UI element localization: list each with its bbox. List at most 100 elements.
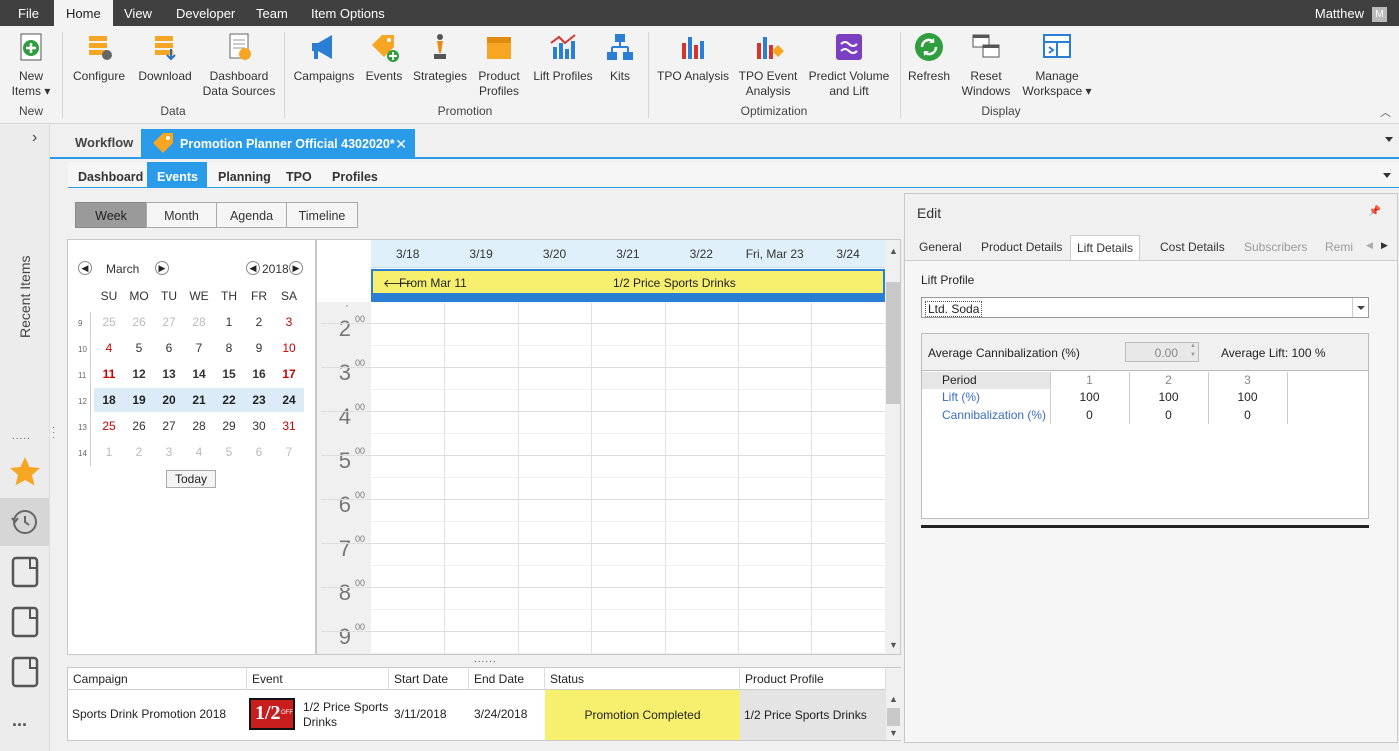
- calendar-day[interactable]: 24: [274, 393, 304, 407]
- col-start-date[interactable]: Start Date: [389, 668, 469, 690]
- collapse-ribbon-icon[interactable]: ︿: [1380, 104, 1391, 120]
- avg-cannibalization-input[interactable]: 0.00 ▲ ▼: [1125, 342, 1199, 362]
- calendar-day[interactable]: 14: [184, 367, 214, 381]
- calendar-day[interactable]: 5: [214, 445, 244, 459]
- calendar-day[interactable]: 20: [154, 393, 184, 407]
- pin-icon[interactable]: 📌: [1369, 206, 1381, 217]
- tab-events[interactable]: Events: [147, 162, 207, 188]
- calendar-day[interactable]: 7: [274, 445, 304, 459]
- day-header[interactable]: 3/20: [518, 240, 591, 268]
- tab-dashboard[interactable]: Dashboard: [68, 162, 153, 188]
- tab-general[interactable]: General: [913, 235, 968, 259]
- tab-product-details[interactable]: Product Details: [975, 235, 1068, 259]
- calendar-day[interactable]: 31: [274, 419, 304, 433]
- calendar-day[interactable]: 25: [94, 419, 124, 433]
- refresh-button[interactable]: Refresh: [906, 29, 952, 84]
- cannibalization-value[interactable]: 0: [1050, 408, 1129, 422]
- calendar-day[interactable]: 8: [214, 341, 244, 355]
- predict-volume-lift-button[interactable]: Predict Volume and Lift: [804, 29, 894, 99]
- spin-up-icon[interactable]: ▲: [1190, 343, 1196, 349]
- tab-profiles[interactable]: Profiles: [322, 162, 388, 188]
- tab-cost-details[interactable]: Cost Details: [1154, 235, 1231, 259]
- calendar-day[interactable]: 17: [274, 367, 304, 381]
- document-icon[interactable]: [10, 555, 42, 592]
- tab-promotion-planner[interactable]: Promotion Planner Official 4302020* ✕: [141, 129, 415, 159]
- strategies-button[interactable]: Strategies: [410, 29, 470, 84]
- timeline-view-button[interactable]: Timeline: [286, 202, 358, 228]
- cannibalization-value[interactable]: 0: [1129, 408, 1208, 422]
- tab-lift-details[interactable]: Lift Details: [1070, 235, 1141, 261]
- menu-developer[interactable]: Developer: [164, 0, 247, 26]
- tpo-event-analysis-button[interactable]: TPO Event Analysis: [736, 29, 800, 99]
- lift-value[interactable]: 100: [1050, 390, 1129, 404]
- calendar-day[interactable]: 21: [184, 393, 214, 407]
- lift-profiles-button[interactable]: Lift Profiles: [530, 29, 596, 84]
- scroll-down-icon[interactable]: ▼: [889, 640, 898, 650]
- recent-items-label[interactable]: Recent Items: [17, 256, 37, 338]
- tab-tpo[interactable]: TPO: [276, 162, 322, 188]
- calendar-day[interactable]: 3: [154, 445, 184, 459]
- grid-scrollbar[interactable]: ▲ ▼: [886, 668, 901, 740]
- lift-value[interactable]: 100: [1129, 390, 1208, 404]
- star-icon[interactable]: [8, 455, 42, 492]
- events-button[interactable]: Events: [362, 29, 406, 84]
- calendar-day[interactable]: 2: [244, 315, 274, 329]
- tabs-right-icon[interactable]: ▶: [1381, 240, 1388, 251]
- calendar-day[interactable]: 28: [184, 315, 214, 329]
- calendar-day[interactable]: 7: [184, 341, 214, 355]
- scroll-thumb[interactable]: [887, 708, 900, 726]
- day-header[interactable]: 3/21: [591, 240, 664, 268]
- vertical-splitter-icon[interactable]: · · ·: [52, 423, 55, 443]
- menu-home[interactable]: Home: [54, 0, 113, 26]
- subtabs-dropdown-icon[interactable]: [1383, 173, 1391, 178]
- campaigns-button[interactable]: Campaigns: [290, 29, 358, 84]
- calendar-day[interactable]: 12: [124, 367, 154, 381]
- today-button[interactable]: Today: [166, 470, 216, 488]
- calendar-day[interactable]: 1: [214, 315, 244, 329]
- day-header[interactable]: 3/18: [371, 240, 444, 268]
- calendar-day[interactable]: 9: [244, 341, 274, 355]
- calendar-day[interactable]: 5: [124, 341, 154, 355]
- calendar-day[interactable]: 27: [154, 315, 184, 329]
- calendar-day[interactable]: 6: [244, 445, 274, 459]
- event-bar[interactable]: 🡐 From Mar 11 1/2 Price Sports Drinks: [371, 269, 885, 295]
- calendar-day[interactable]: 26: [124, 419, 154, 433]
- col-campaign[interactable]: Campaign: [68, 668, 247, 690]
- col-end-date[interactable]: End Date: [469, 668, 545, 690]
- calendar-day[interactable]: 22: [214, 393, 244, 407]
- calendar-day[interactable]: 6: [154, 341, 184, 355]
- calendar-day[interactable]: 13: [154, 367, 184, 381]
- horizontal-splitter-icon[interactable]: ......: [474, 654, 497, 665]
- day-header[interactable]: 3/19: [444, 240, 517, 268]
- menu-file[interactable]: File: [6, 0, 51, 26]
- user-menu[interactable]: Matthew M: [1315, 0, 1387, 26]
- calendar-day[interactable]: 23: [244, 393, 274, 407]
- history-icon[interactable]: [0, 498, 49, 546]
- menu-team[interactable]: Team: [244, 0, 300, 26]
- calendar-day[interactable]: 16: [244, 367, 274, 381]
- splitter-handle-icon[interactable]: .....: [12, 431, 31, 442]
- calendar-day[interactable]: 18: [94, 393, 124, 407]
- agenda-view-button[interactable]: Agenda: [216, 202, 287, 228]
- new-items-button[interactable]: New Items ▾: [6, 29, 56, 99]
- close-icon[interactable]: ✕: [395, 129, 407, 159]
- document-icon[interactable]: [10, 655, 42, 692]
- calendar-day[interactable]: 3: [274, 315, 304, 329]
- schedule-scrollbar[interactable]: ▲ ▼: [885, 240, 900, 654]
- month-view-button[interactable]: Month: [146, 202, 217, 228]
- calendar-day[interactable]: 10: [274, 341, 304, 355]
- product-profiles-button[interactable]: Product Profiles: [472, 29, 526, 99]
- calendar-day[interactable]: 2: [124, 445, 154, 459]
- tab-subscribers[interactable]: Subscribers: [1238, 235, 1313, 259]
- scroll-thumb[interactable]: [886, 282, 900, 404]
- table-row[interactable]: Sports Drink Promotion 2018 1/2 OFF 1/2 …: [68, 690, 886, 740]
- lift-value[interactable]: 100: [1208, 390, 1287, 404]
- download-button[interactable]: Download: [134, 29, 196, 84]
- calendar-day[interactable]: 19: [124, 393, 154, 407]
- more-icon[interactable]: ...: [12, 710, 27, 731]
- tabs-dropdown-icon[interactable]: [1385, 137, 1393, 142]
- scroll-up-icon[interactable]: ▲: [889, 246, 898, 256]
- calendar-day[interactable]: 4: [94, 341, 124, 355]
- tab-remi[interactable]: Remi: [1319, 235, 1359, 259]
- reset-windows-button[interactable]: Reset Windows: [956, 29, 1016, 99]
